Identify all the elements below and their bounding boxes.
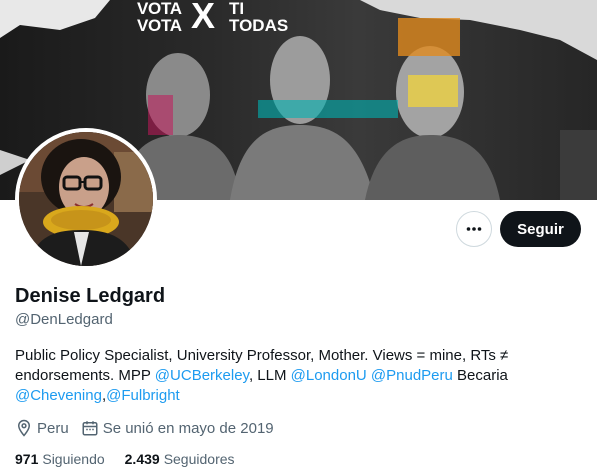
following-link[interactable]: 971 Siguiendo: [15, 451, 105, 467]
mention-link[interactable]: @PnudPeru: [371, 367, 453, 384]
handle: @DenLedgard: [15, 311, 113, 328]
bio: Public Policy Specialist, University Pro…: [15, 346, 585, 406]
display-name: Denise Ledgard: [15, 285, 166, 307]
followers-count: 2.439: [124, 451, 160, 467]
banner-line-1-right: TI: [229, 0, 245, 18]
mention-link[interactable]: @LondonU: [291, 367, 367, 384]
profile-meta: Peru Se unió en mayo de 2019: [15, 418, 286, 438]
followers-link[interactable]: 2.439 Seguidores: [125, 451, 235, 467]
banner-x-mark: X: [191, 0, 216, 36]
location-text: Peru: [37, 419, 69, 437]
join-date-text: Se unió en mayo de 2019: [102, 419, 274, 437]
mention-link[interactable]: @Chevening: [15, 387, 102, 404]
ellipsis-icon: [466, 227, 482, 231]
calendar-icon: [82, 421, 98, 436]
mention-link[interactable]: @UCBerkeley: [155, 367, 249, 384]
bio-text: , LLM: [248, 367, 291, 384]
banner-slogan: VOTA VOTA X TI TODAS: [137, 0, 288, 35]
following-count: 971: [15, 451, 39, 467]
more-options-button[interactable]: [456, 211, 492, 247]
followers-label: Seguidores: [163, 451, 235, 467]
bio-text: Becaria: [452, 367, 508, 384]
banner-line-1: VOTA: [137, 0, 182, 18]
following-label: Siguiendo: [42, 451, 105, 467]
join-date: Se unió en mayo de 2019: [81, 419, 274, 437]
avatar-image: [19, 132, 153, 266]
banner-line-2-right: TODAS: [229, 16, 289, 35]
location-pin-icon: [17, 419, 31, 437]
location: Peru: [15, 419, 69, 437]
follow-button[interactable]: Seguir: [500, 211, 581, 247]
follow-stats: 971 Siguiendo 2.439 Seguidores: [15, 449, 255, 469]
avatar[interactable]: [15, 128, 157, 270]
banner-line-2: VOTA: [137, 16, 182, 35]
mention-link[interactable]: @Fulbright: [106, 387, 180, 404]
